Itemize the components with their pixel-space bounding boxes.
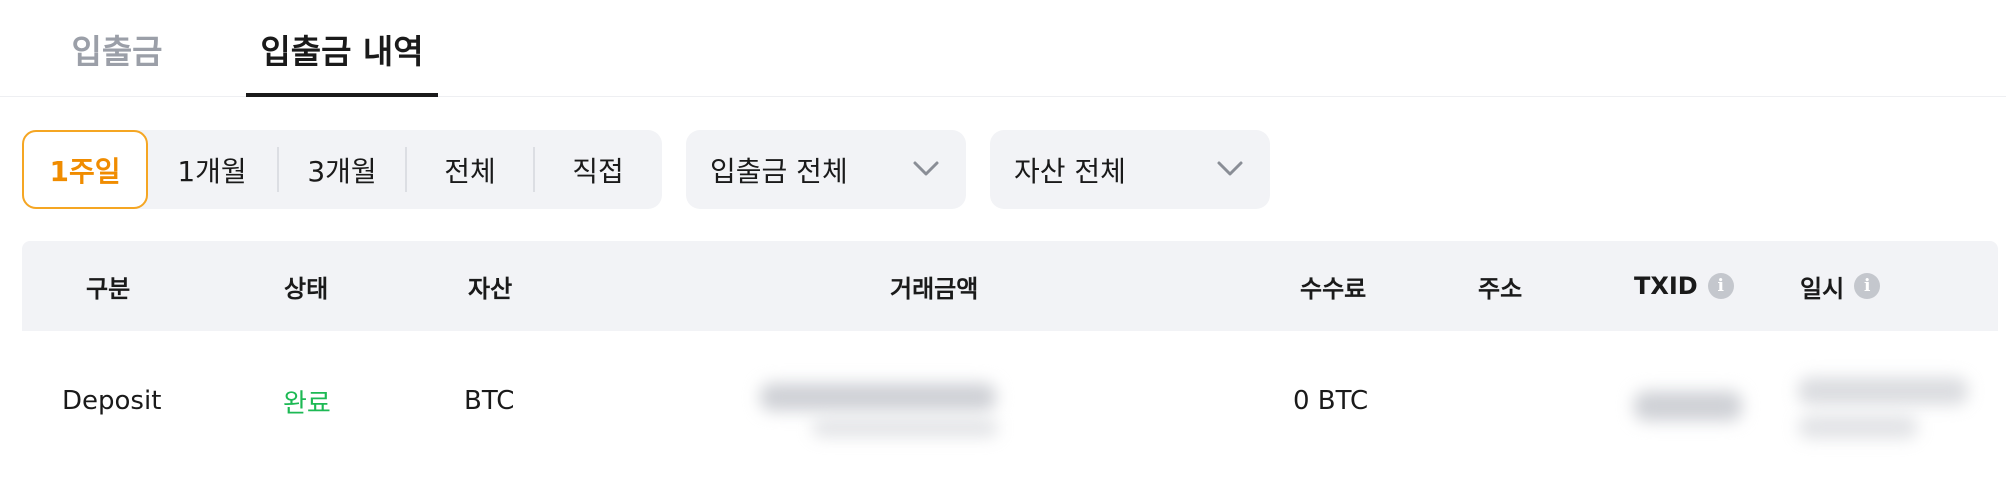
redacted-amount xyxy=(760,383,996,411)
header-asset: 자산 xyxy=(468,274,513,303)
cell-asset: BTC xyxy=(464,386,515,416)
active-tab-indicator xyxy=(246,93,438,97)
asset-dropdown-value: 자산 전체 xyxy=(1014,154,1126,188)
tab-deposit-withdraw-history[interactable]: 입출금 내역 xyxy=(246,0,438,97)
redacted-datetime-sub xyxy=(1798,415,1918,439)
period-option-1-month[interactable]: 1개월 xyxy=(148,130,276,209)
header-datetime-label: 일시 xyxy=(1800,274,1845,303)
cell-type: Deposit xyxy=(62,386,162,416)
header-amount: 거래금액 xyxy=(890,274,979,303)
info-icon[interactable]: i xyxy=(1854,273,1881,299)
period-option-1-week[interactable]: 1주일 xyxy=(22,130,148,209)
table-header: 구분 상태 자산 거래금액 수수료 주소 TXID i 일시 i xyxy=(22,241,1998,331)
table-row[interactable]: Deposit 완료 BTC 0 BTC xyxy=(22,331,1998,502)
header-type: 구분 xyxy=(86,274,131,303)
info-icon[interactable]: i xyxy=(1707,273,1734,299)
chevron-down-icon xyxy=(1217,161,1243,176)
cell-fee: 0 BTC xyxy=(1293,386,1369,416)
period-filter: 1주일 1개월 3개월 전체 직접 xyxy=(22,130,662,209)
period-option-all[interactable]: 전체 xyxy=(406,130,534,209)
chevron-down-icon xyxy=(913,161,939,176)
cell-status: 완료 xyxy=(283,388,331,419)
redacted-datetime xyxy=(1798,377,1968,405)
period-option-3-months[interactable]: 3개월 xyxy=(278,130,406,209)
header-datetime: 일시 i xyxy=(1800,241,1881,331)
tab-bar: 입출금 입출금 내역 xyxy=(0,0,2006,97)
asset-dropdown[interactable]: 자산 전체 xyxy=(990,130,1270,209)
redacted-amount-sub xyxy=(812,419,998,437)
type-dropdown-value: 입출금 전체 xyxy=(710,154,848,188)
header-address: 주소 xyxy=(1478,274,1523,303)
header-txid: TXID i xyxy=(1634,241,1734,331)
redacted-txid xyxy=(1634,391,1742,421)
header-status: 상태 xyxy=(284,274,329,303)
tab-deposit-withdraw[interactable]: 입출금 xyxy=(68,0,166,97)
period-option-custom[interactable]: 직접 xyxy=(534,130,662,209)
type-dropdown[interactable]: 입출금 전체 xyxy=(686,130,966,209)
header-txid-label: TXID xyxy=(1634,272,1698,300)
header-fee: 수수료 xyxy=(1300,274,1367,303)
history-table: 구분 상태 자산 거래금액 수수료 주소 TXID i 일시 i Deposit… xyxy=(22,241,1998,502)
